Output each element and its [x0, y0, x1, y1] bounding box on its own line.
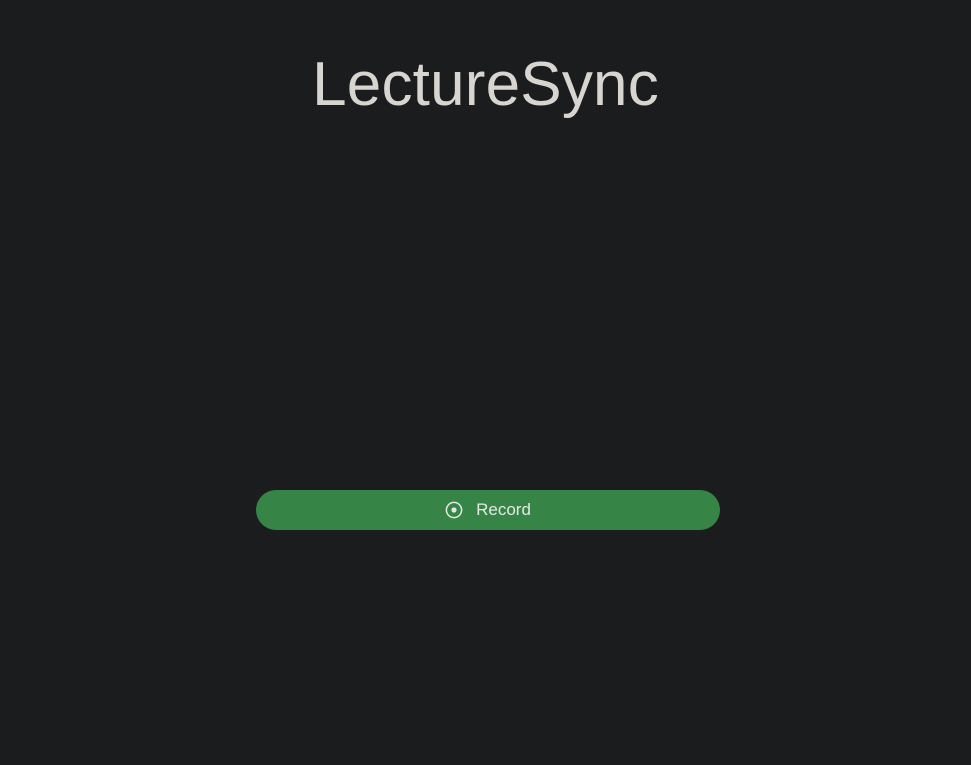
app-title: LectureSync — [312, 50, 659, 119]
app-root: LectureSync Record — [0, 0, 971, 765]
record-icon — [445, 501, 463, 519]
record-button-label: Record — [476, 500, 531, 519]
record-button[interactable]: Record — [256, 490, 720, 530]
